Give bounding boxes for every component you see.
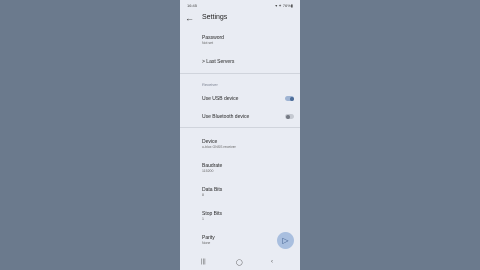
divider xyxy=(180,127,300,128)
data-bits-setting[interactable]: Data Bits 8 xyxy=(202,187,222,198)
device-setting[interactable]: Device u-blox GNSS receiver xyxy=(202,139,236,150)
system-nav-bar: ||| ◯ ‹ xyxy=(180,256,300,270)
last-servers-label: > Last Servers xyxy=(202,59,235,65)
device-value: u-blox GNSS receiver xyxy=(202,145,236,149)
status-bar: 16:45 ▾ ✦ 76%▮ xyxy=(180,0,300,10)
arrow-left-icon[interactable]: ← xyxy=(185,13,194,23)
last-servers-link[interactable]: > Last Servers xyxy=(202,59,234,65)
app-bar: ← Settings xyxy=(180,10,300,28)
toggle-knob xyxy=(289,96,294,101)
phone-screen: 16:45 ▾ ✦ 76%▮ ← Settings Password Not s… xyxy=(180,0,300,270)
use-bluetooth-setting[interactable]: Use Bluetooth device xyxy=(202,114,249,120)
recent-apps-button[interactable]: ||| xyxy=(201,259,206,265)
use-bluetooth-toggle[interactable] xyxy=(285,114,294,119)
stop-bits-value: 1 xyxy=(202,217,204,221)
password-value: Not set xyxy=(202,41,214,45)
use-usb-setting[interactable]: Use USB device xyxy=(202,96,238,102)
data-bits-label: Data Bits xyxy=(202,187,223,193)
baudrate-setting[interactable]: Baudrate 115200 xyxy=(202,163,222,174)
divider xyxy=(180,73,300,74)
stop-bits-label: Stop Bits xyxy=(202,211,223,217)
status-icons: ▾ ✦ 76%▮ xyxy=(275,3,293,8)
section-header-receiver: Receiver xyxy=(202,82,218,87)
back-button[interactable]: ‹ xyxy=(271,259,273,265)
home-button[interactable]: ◯ xyxy=(236,259,243,266)
play-arrow-icon[interactable]: ▷ xyxy=(277,232,294,249)
stop-bits-setting[interactable]: Stop Bits 1 xyxy=(202,211,222,222)
toggle-knob xyxy=(285,114,290,119)
use-bluetooth-label: Use Bluetooth device xyxy=(202,114,250,120)
password-setting[interactable]: Password Not set xyxy=(202,35,224,46)
status-time: 16:45 xyxy=(187,3,198,8)
data-bits-value: 8 xyxy=(202,193,204,197)
parity-setting[interactable]: Parity None xyxy=(202,235,215,246)
use-usb-toggle[interactable] xyxy=(285,96,294,101)
parity-value: None xyxy=(202,241,211,245)
use-usb-label: Use USB device xyxy=(202,96,239,102)
page-title: Settings xyxy=(202,14,228,21)
baudrate-value: 115200 xyxy=(202,169,214,173)
